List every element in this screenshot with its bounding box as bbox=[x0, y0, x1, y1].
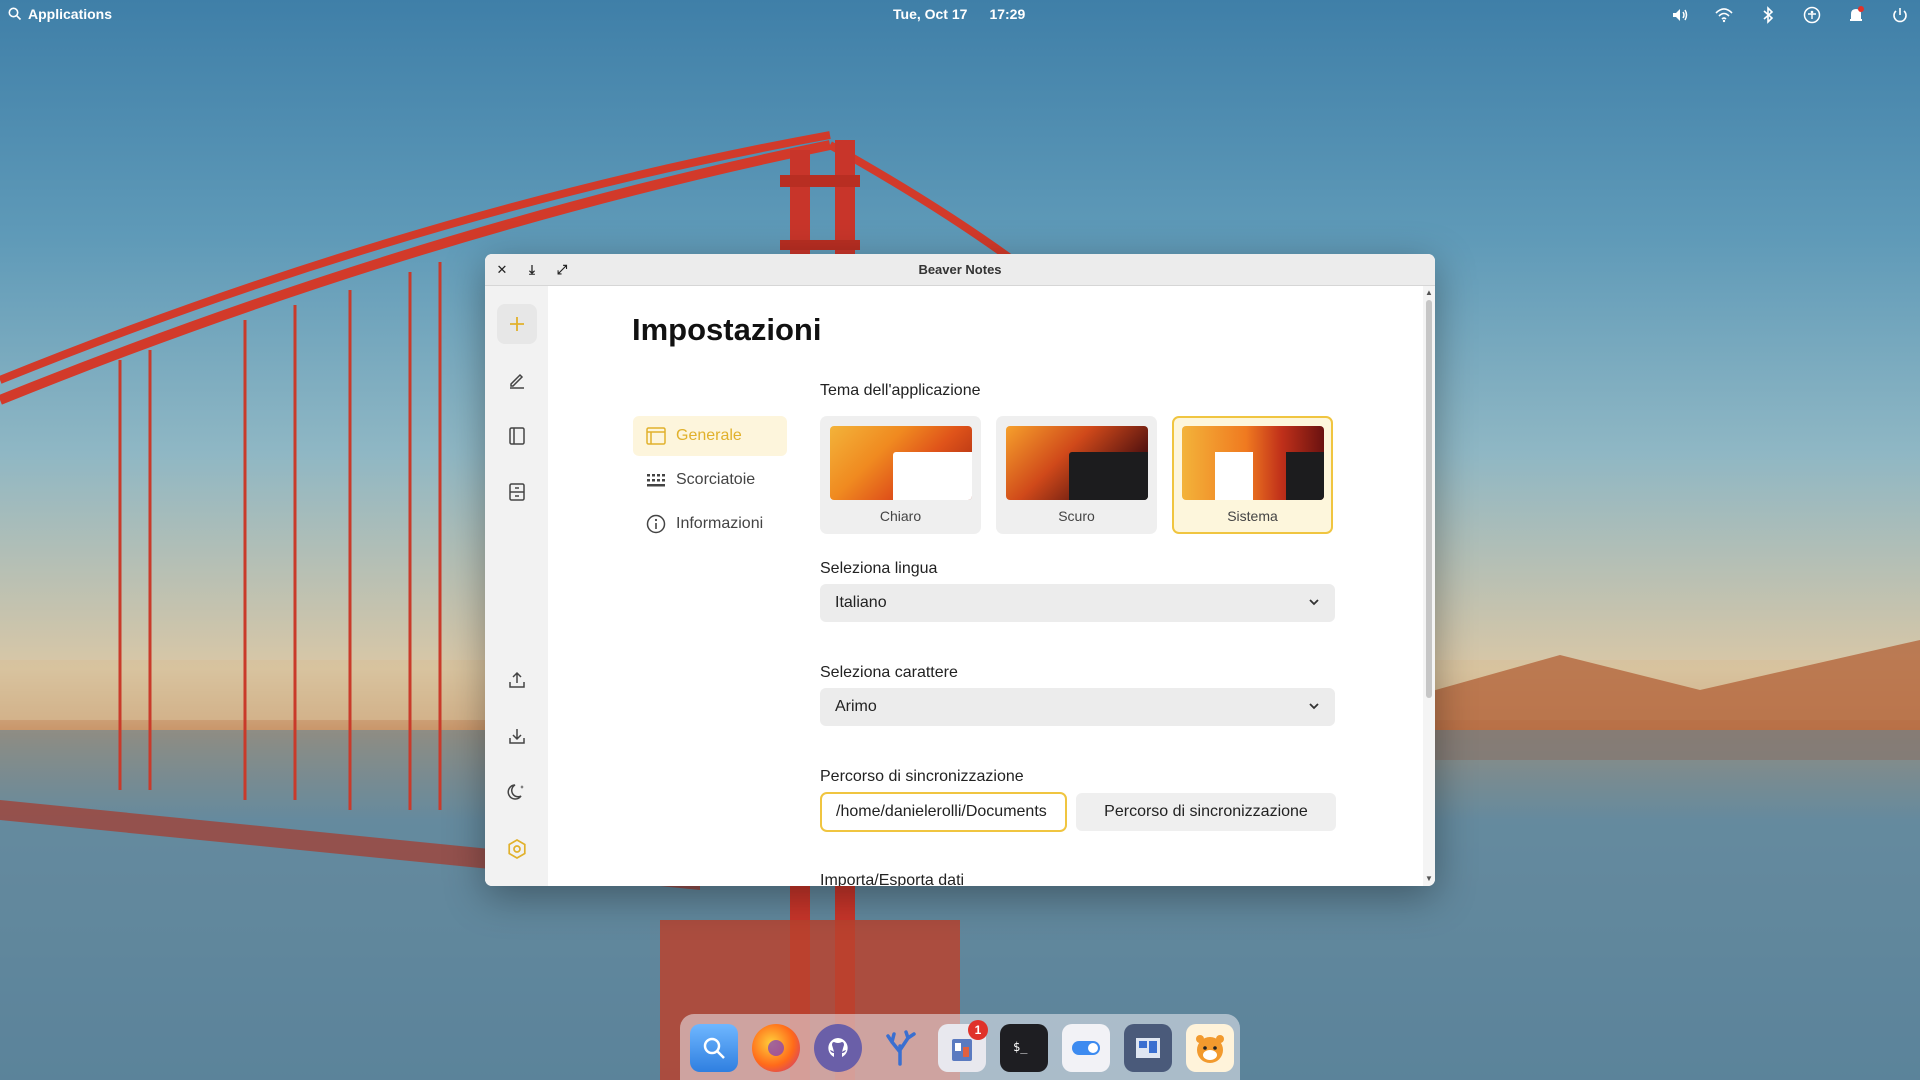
window-icon bbox=[646, 427, 666, 445]
import-button[interactable] bbox=[497, 716, 537, 756]
date-text: Tue, Oct 17 bbox=[893, 6, 968, 22]
sync-path-value: /home/danielerolli/Documents bbox=[836, 803, 1047, 820]
theme-preview-system bbox=[1182, 426, 1324, 500]
beaver-notes-window: ✕ ⤓ ⤢ Beaver Notes Impostazioni Generale… bbox=[485, 254, 1435, 886]
time-text: 17:29 bbox=[989, 6, 1026, 22]
font-value: Arimo bbox=[835, 698, 877, 715]
window-title: Beaver Notes bbox=[918, 262, 1002, 277]
applications-button[interactable]: Applications bbox=[8, 6, 112, 22]
sidebar-rail bbox=[485, 286, 548, 886]
settings-button[interactable] bbox=[497, 829, 537, 869]
archive-button[interactable] bbox=[497, 472, 537, 512]
bluetooth-icon[interactable] bbox=[1758, 5, 1778, 25]
export-button[interactable] bbox=[497, 660, 537, 700]
theme-section-label: Tema dell'applicazione bbox=[820, 382, 981, 399]
theme-options: Chiaro Scuro Sistema bbox=[820, 416, 1333, 534]
title-bar[interactable]: ✕ ⤓ ⤢ Beaver Notes bbox=[485, 254, 1435, 286]
theme-label: Scuro bbox=[1058, 508, 1095, 524]
page-title: Impostazioni bbox=[632, 312, 822, 347]
power-icon[interactable] bbox=[1890, 5, 1910, 25]
notebooks-button[interactable] bbox=[497, 416, 537, 456]
sync-label: Percorso di sincronizzazione bbox=[820, 768, 1024, 785]
sync-path-input[interactable]: /home/danielerolli/Documents bbox=[820, 792, 1067, 832]
add-icon bbox=[510, 317, 524, 331]
add-note-button[interactable] bbox=[497, 304, 537, 344]
language-select[interactable]: Italiano bbox=[820, 584, 1335, 622]
theme-option-system[interactable]: Sistema bbox=[1172, 416, 1333, 534]
firefox-icon[interactable] bbox=[752, 1024, 800, 1072]
notification-icon[interactable] bbox=[1846, 5, 1866, 25]
menu-item-label: Informazioni bbox=[676, 515, 764, 532]
settings-menu: Generale Scorciatoie Informazioni bbox=[633, 416, 787, 548]
window-content: Impostazioni Generale Scorciatoie Inform… bbox=[485, 286, 1435, 886]
menu-item-label: Scorciatoie bbox=[676, 471, 756, 488]
theme-preview-dark bbox=[1006, 426, 1148, 500]
chevron-down-icon bbox=[1309, 703, 1319, 710]
settings-icon bbox=[508, 839, 526, 859]
toggle-icon[interactable] bbox=[1062, 1024, 1110, 1072]
scroll-up-icon[interactable]: ▲ bbox=[1425, 288, 1433, 297]
theme-option-dark[interactable]: Scuro bbox=[996, 416, 1157, 534]
scroll-down-icon[interactable]: ▼ bbox=[1425, 874, 1433, 883]
export-icon bbox=[509, 671, 525, 688]
finder-icon[interactable] bbox=[690, 1024, 738, 1072]
scrollbar[interactable]: ▲ ▼ bbox=[1423, 286, 1435, 886]
menu-item-generale[interactable]: Generale bbox=[633, 416, 787, 456]
wifi-icon[interactable] bbox=[1714, 5, 1734, 25]
applications-label: Applications bbox=[28, 6, 113, 22]
window-controls: ✕ ⤓ ⤢ bbox=[493, 261, 571, 279]
clipboard-icon[interactable]: 1 bbox=[938, 1020, 988, 1072]
info-icon bbox=[646, 514, 666, 534]
archive-icon bbox=[509, 483, 525, 501]
dock: 1 $_ bbox=[680, 1014, 1240, 1080]
menu-item-label: Generale bbox=[676, 427, 742, 444]
close-icon[interactable]: ✕ bbox=[493, 261, 511, 279]
menu-item-informazioni[interactable]: Informazioni bbox=[633, 504, 787, 544]
sync-path-button[interactable]: Percorso di sincronizzazione bbox=[1076, 793, 1336, 831]
maximize-icon[interactable]: ⤢ bbox=[553, 261, 571, 279]
edit-icon bbox=[510, 373, 524, 389]
import-icon bbox=[509, 729, 525, 744]
language-value: Italiano bbox=[835, 594, 887, 611]
minimize-icon[interactable]: ⤓ bbox=[523, 261, 541, 279]
coral-icon[interactable] bbox=[876, 1024, 924, 1072]
scrollbar-thumb[interactable] bbox=[1426, 300, 1432, 698]
svg-text:$_: $_ bbox=[1013, 1040, 1028, 1054]
settings-panel: Impostazioni Generale Scorciatoie Inform… bbox=[548, 286, 1423, 886]
keyboard-icon bbox=[647, 474, 665, 487]
theme-label: Sistema bbox=[1227, 508, 1278, 524]
dark-mode-button[interactable] bbox=[497, 772, 537, 812]
notification-badge: 1 bbox=[968, 1020, 988, 1040]
top-bar: Applications Tue, Oct 17 17:29 bbox=[0, 0, 1920, 30]
chevron-down-icon bbox=[1309, 599, 1319, 606]
github-icon[interactable] bbox=[814, 1024, 862, 1072]
menu-item-scorciatoie[interactable]: Scorciatoie bbox=[633, 460, 787, 500]
search-icon bbox=[8, 7, 22, 21]
theme-preview-light bbox=[830, 426, 972, 500]
edit-button[interactable] bbox=[497, 360, 537, 400]
clock[interactable]: Tue, Oct 17 17:29 bbox=[893, 6, 1025, 22]
volume-icon[interactable] bbox=[1670, 5, 1690, 25]
notebook-icon bbox=[509, 427, 525, 445]
theme-option-light[interactable]: Chiaro bbox=[820, 416, 981, 534]
font-select[interactable]: Arimo bbox=[820, 688, 1335, 726]
accessibility-icon[interactable] bbox=[1802, 5, 1822, 25]
import-export-label: Importa/Esporta dati bbox=[820, 872, 965, 886]
language-label: Seleziona lingua bbox=[820, 560, 938, 577]
theme-label: Chiaro bbox=[879, 508, 922, 524]
dark-mode-icon bbox=[507, 784, 524, 800]
font-label: Seleziona carattere bbox=[820, 664, 958, 681]
workspaces-icon[interactable] bbox=[1124, 1024, 1172, 1072]
terminal-icon[interactable]: $_ bbox=[1000, 1024, 1048, 1072]
beaver-icon[interactable] bbox=[1186, 1024, 1234, 1072]
system-tray bbox=[1670, 5, 1910, 25]
